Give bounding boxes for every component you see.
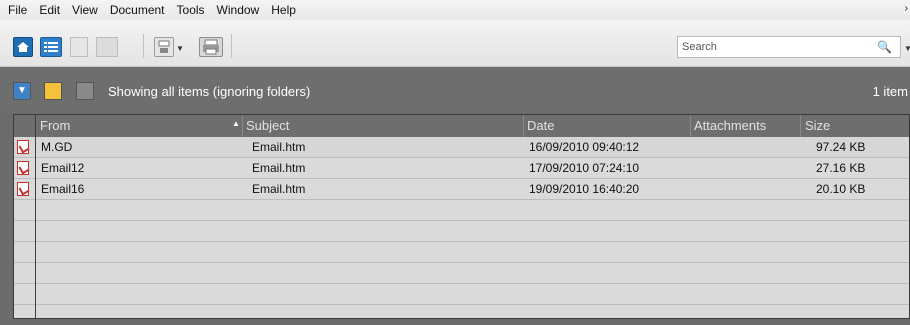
panel-icon[interactable] — [76, 82, 94, 100]
column-divider[interactable] — [242, 115, 243, 137]
folder-icon[interactable] — [44, 82, 62, 100]
empty-row — [14, 221, 909, 242]
cell-subject: Email.htm — [252, 161, 306, 175]
row-gutter — [14, 115, 36, 318]
cell-from: Email12 — [41, 161, 85, 175]
list-view-icon[interactable] — [40, 37, 62, 57]
print-icon[interactable] — [199, 37, 223, 57]
table-header: From ▲ Subject Date Attachments Size — [14, 115, 909, 138]
cell-date: 19/09/2010 16:40:20 — [529, 182, 640, 196]
menu-tools[interactable]: Tools — [171, 0, 211, 20]
save-icon[interactable] — [154, 37, 174, 57]
menu-edit[interactable]: Edit — [33, 0, 66, 20]
empty-row — [14, 305, 909, 318]
empty-row — [14, 200, 909, 221]
menu-window[interactable]: Window — [211, 0, 266, 20]
save-dropdown-icon[interactable]: ▼ — [176, 44, 184, 53]
toolbar-separator — [231, 34, 232, 58]
menu-view[interactable]: View — [66, 0, 104, 20]
column-divider[interactable] — [800, 115, 801, 137]
filter-status-text: Showing all items (ignoring folders) — [108, 84, 311, 99]
search-options-dropdown-icon[interactable]: ▼ — [904, 44, 910, 53]
empty-row — [14, 284, 909, 305]
cell-subject: Email.htm — [252, 182, 306, 196]
binoculars-icon[interactable]: 🔍 — [877, 40, 892, 54]
column-divider[interactable] — [523, 115, 524, 137]
menu-bar: File Edit View Document Tools Window Hel… — [0, 0, 910, 20]
filter-bar: ▼ Showing all items (ignoring folders) 1… — [0, 67, 910, 113]
column-header-from[interactable]: From — [40, 118, 70, 133]
cell-date: 16/09/2010 09:40:12 — [529, 140, 640, 154]
search-box: 🔍 — [677, 36, 901, 58]
sort-ascending-icon: ▲ — [232, 119, 240, 128]
empty-row — [14, 242, 909, 263]
menu-file[interactable]: File — [0, 0, 33, 20]
menu-overflow-icon[interactable]: › — [905, 3, 908, 14]
table-row[interactable]: M.GD Email.htm 16/09/2010 09:40:12 97.24… — [14, 137, 909, 158]
email-table: From ▲ Subject Date Attachments Size M.G… — [13, 114, 910, 319]
column-divider[interactable] — [690, 115, 691, 137]
column-header-date[interactable]: Date — [527, 118, 554, 133]
cell-subject: Email.htm — [252, 140, 306, 154]
toolbar: ▼ 🔍 ▼ — [0, 20, 910, 67]
preview-icon[interactable] — [96, 37, 118, 57]
column-header-attachments[interactable]: Attachments — [694, 118, 766, 133]
cell-size: 27.16 KB — [816, 161, 866, 175]
item-count: 1 item — [872, 84, 908, 99]
cell-date: 17/09/2010 07:24:10 — [529, 161, 640, 175]
document-icon[interactable] — [70, 37, 88, 57]
column-header-subject[interactable]: Subject — [246, 118, 289, 133]
table-row[interactable]: Email16 Email.htm 19/09/2010 16:40:20 20… — [14, 179, 909, 200]
empty-row — [14, 263, 909, 284]
home-icon[interactable] — [13, 37, 33, 57]
filter-icon[interactable]: ▼ — [13, 82, 31, 100]
search-input[interactable] — [682, 40, 852, 54]
menu-help[interactable]: Help — [265, 0, 302, 20]
cell-from: Email16 — [41, 182, 85, 196]
menu-document[interactable]: Document — [104, 0, 171, 20]
table-row[interactable]: Email12 Email.htm 17/09/2010 07:24:10 27… — [14, 158, 909, 179]
cell-size: 97.24 KB — [816, 140, 866, 154]
column-header-size[interactable]: Size — [805, 118, 830, 133]
toolbar-separator — [143, 34, 144, 58]
cell-from: M.GD — [41, 140, 73, 154]
cell-size: 20.10 KB — [816, 182, 866, 196]
